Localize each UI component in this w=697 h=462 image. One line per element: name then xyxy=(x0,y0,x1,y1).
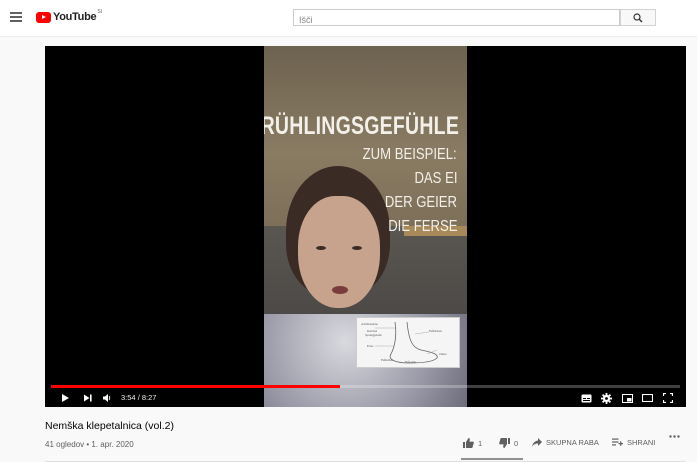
more-horizontal-icon xyxy=(669,435,680,438)
like-count: 1 xyxy=(478,438,483,448)
overlay-line: DIE FERSE xyxy=(387,218,457,235)
video-player[interactable]: FRÜHLINGSGEFÜHLE ZUM BEISPIEL: DAS EI DE… xyxy=(45,46,686,407)
diagram-label: Achillessehne xyxy=(361,322,378,326)
youtube-logo[interactable]: YouTube SI xyxy=(36,9,103,23)
share-label: SKUPNA RABA xyxy=(546,438,599,447)
logo-text: YouTube xyxy=(53,11,97,23)
overlay-line: DER GEIER xyxy=(384,194,457,211)
theater-mode-button[interactable] xyxy=(641,392,653,404)
search-button[interactable] xyxy=(620,9,656,26)
logo-country: SI xyxy=(97,9,103,15)
top-bar: YouTube SI xyxy=(0,0,697,37)
search-input[interactable] xyxy=(294,12,599,27)
play-button[interactable] xyxy=(59,392,71,404)
diagram-label: Fußballen xyxy=(381,358,393,362)
view-count: 41 ogledov xyxy=(45,440,85,449)
save-button[interactable]: SHRANI xyxy=(612,438,655,447)
share-button[interactable]: SKUPNA RABA xyxy=(532,438,599,447)
fullscreen-button[interactable] xyxy=(662,392,674,404)
diagram-label: Ferse xyxy=(367,344,374,348)
time-display: 3:54 / 8:27 xyxy=(121,393,157,402)
foot-diagram: Achillessehne Knöchel Sprunggelenk Ferse… xyxy=(356,317,460,368)
miniplayer-icon xyxy=(621,393,633,403)
search-icon xyxy=(633,12,643,22)
fullscreen-icon xyxy=(663,393,673,403)
diagram-label: Sprunggelenk xyxy=(365,333,382,337)
like-bar xyxy=(461,458,523,460)
time-current: 3:54 xyxy=(121,393,136,402)
video-meta: 41 ogledov • 1. apr. 2020 xyxy=(45,440,134,449)
miniplayer-button[interactable] xyxy=(621,392,633,404)
video-title: Nemška klepetalnica (vol.2) xyxy=(45,420,174,432)
thumbs-down-icon xyxy=(499,438,510,448)
diagram-label: Zehen xyxy=(439,352,447,356)
subtitles-button[interactable] xyxy=(580,392,592,404)
volume-button[interactable] xyxy=(101,392,113,404)
youtube-play-icon xyxy=(36,11,51,23)
thumbs-up-icon xyxy=(463,438,474,448)
diagram-label: Fußsohle xyxy=(405,360,417,364)
time-total: 8:27 xyxy=(141,393,157,402)
diagram-label: Fußrücken xyxy=(429,329,442,333)
more-actions-button[interactable] xyxy=(669,435,680,438)
play-icon xyxy=(62,394,69,402)
menu-icon[interactable] xyxy=(10,12,22,22)
gear-icon xyxy=(600,392,612,404)
search-box xyxy=(293,9,620,27)
save-label: SHRANI xyxy=(627,438,656,447)
player-controls: 3:54 / 8:27 xyxy=(45,388,686,407)
video-frame[interactable]: FRÜHLINGSGEFÜHLE ZUM BEISPIEL: DAS EI DE… xyxy=(264,46,467,407)
like-button[interactable]: 1 xyxy=(463,438,482,448)
volume-icon xyxy=(103,394,111,402)
settings-button[interactable] xyxy=(600,392,612,404)
theater-icon xyxy=(641,394,653,402)
share-icon xyxy=(532,438,542,447)
next-button[interactable] xyxy=(82,392,94,404)
subtitles-icon xyxy=(581,394,591,402)
overlay-line: DAS EI xyxy=(413,170,457,187)
overlay-title: FRÜHLINGSGEFÜHLE xyxy=(264,112,459,140)
overlay-line: ZUM BEISPIEL: xyxy=(362,146,457,163)
playlist-add-icon xyxy=(612,438,623,446)
dislike-count: 0 xyxy=(514,438,519,448)
dislike-button[interactable]: 0 xyxy=(499,438,518,448)
next-icon xyxy=(84,394,92,402)
upload-date: 1. apr. 2020 xyxy=(91,440,134,449)
